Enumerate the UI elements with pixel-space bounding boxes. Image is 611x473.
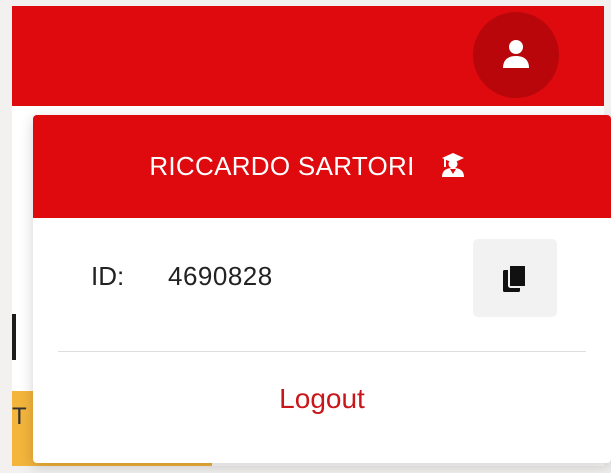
id-value: 4690828 — [168, 261, 273, 291]
background-content-edge — [12, 314, 16, 360]
menu-divider — [58, 351, 586, 352]
graduate-icon — [439, 150, 467, 183]
copy-icon — [503, 264, 527, 292]
id-row: ID: 4690828 — [33, 218, 611, 338]
logout-link[interactable]: Logout — [33, 383, 611, 415]
user-avatar-button[interactable] — [473, 12, 559, 98]
user-icon — [503, 40, 529, 68]
dropdown-header: RICCARDO SARTORI — [33, 115, 611, 218]
screenshot-frame: T RICCARDO SARTORI ID: 4690828 Logout — [0, 0, 611, 473]
id-label: ID: — [91, 261, 125, 291]
user-dropdown-menu: RICCARDO SARTORI ID: 4690828 Logout — [33, 115, 611, 463]
top-navbar — [12, 6, 604, 106]
user-name: RICCARDO SARTORI — [149, 151, 415, 181]
copy-id-button[interactable] — [473, 239, 557, 317]
background-button-text: T — [12, 403, 27, 430]
